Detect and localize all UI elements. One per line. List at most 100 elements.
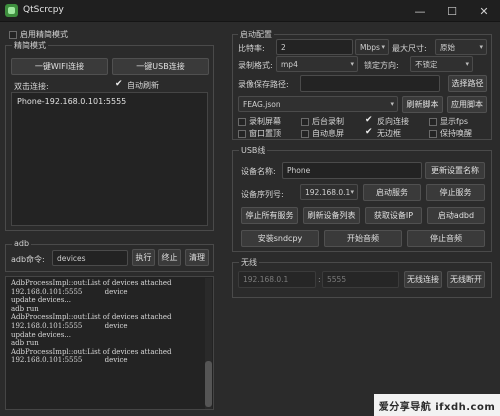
auto-refresh-label: 自动刷新 — [127, 81, 159, 90]
adb-command-input[interactable]: devices — [52, 250, 128, 266]
console-line: 192.168.0.101:5555 device — [11, 356, 128, 365]
show-fps-checkbox[interactable]: 显示fps — [429, 116, 468, 127]
refresh-script-button[interactable]: 刷新脚本 — [402, 96, 443, 113]
lock-orientation-select[interactable]: 不锁定 ▾ — [410, 56, 473, 72]
record-format-select[interactable]: mp4 ▾ — [276, 56, 358, 72]
option-label: 显示fps — [440, 117, 469, 126]
wireless-port-input[interactable]: 5555 — [322, 271, 399, 288]
refresh-devices-button[interactable]: 刷新设备列表 — [303, 207, 360, 224]
device-list[interactable]: Phone-192.168.0.101:5555 — [11, 92, 208, 226]
option-label: 无边框 — [377, 129, 401, 138]
max-size-value: 原始 — [440, 42, 455, 52]
checkbox-box — [238, 117, 246, 126]
checkbox-box-checked — [115, 79, 124, 90]
serial-value: 192.168.0.1 — [305, 187, 351, 197]
console-output[interactable]: AdbProcessImpl::out:List of devices atta… — [5, 276, 214, 410]
checkbox-box — [301, 129, 309, 138]
usb-group-title: USB线 — [239, 145, 268, 156]
console-line: AdbProcessImpl::out:List of devices atta… — [11, 279, 172, 287]
lock-orientation-value: 不锁定 — [415, 59, 438, 69]
window-title: QtScrcpy — [23, 5, 64, 15]
reverse-connect-checkbox[interactable]: 反向连接 — [365, 115, 409, 127]
start-service-button[interactable]: 启动服务 — [363, 184, 421, 201]
adb-command-label: adb命令: — [11, 255, 45, 264]
console-lines: AdbProcessImpl::out:List of devices atta… — [6, 277, 213, 365]
simple-mode-checkbox[interactable]: 启用精简模式 — [9, 29, 68, 40]
stop-button[interactable]: 终止 — [158, 249, 181, 266]
ip-port-separator: : — [318, 275, 321, 284]
maximize-button[interactable]: ☐ — [438, 0, 466, 22]
site-watermark: 爱分享导航 ifxdh.com — [374, 394, 500, 416]
lock-orientation-label: 锁定方向: — [364, 61, 399, 70]
script-value: FEAG.json — [243, 99, 281, 109]
wifi-connect-button[interactable]: 一键WIFI连接 — [11, 58, 108, 75]
wireless-disconnect-button[interactable]: 无线断开 — [447, 271, 485, 288]
record-format-label: 录制格式: — [238, 61, 273, 70]
chevron-down-icon: ▾ — [350, 188, 354, 196]
stay-awake-checkbox[interactable]: 保持唤醒 — [429, 128, 472, 139]
console-line: 192.168.0.101:5555 device — [11, 321, 128, 330]
record-screen-checkbox[interactable]: 录制屏幕 — [238, 116, 281, 127]
always-on-top-checkbox[interactable]: 窗口置顶 — [238, 128, 281, 139]
title-bar: QtScrcpy — ☐ ✕ — [0, 0, 500, 22]
double-click-label: 双击连接: — [14, 82, 49, 91]
device-name-input[interactable]: Phone — [282, 162, 422, 179]
wireless-connect-button[interactable]: 无线连接 — [404, 271, 442, 288]
start-config-group-title: 启动配置 — [238, 29, 274, 40]
apply-script-button[interactable]: 应用脚本 — [447, 96, 487, 113]
script-select[interactable]: FEAG.json ▾ — [238, 96, 398, 112]
stop-audio-button[interactable]: 停止音频 — [407, 230, 485, 247]
option-label: 反向连接 — [377, 117, 409, 126]
select-path-button[interactable]: 选择路径 — [448, 75, 487, 92]
stop-service-button[interactable]: 停止服务 — [426, 184, 485, 201]
list-item[interactable]: Phone-192.168.0.101:5555 — [17, 97, 126, 106]
max-size-label: 最大尺寸: — [392, 44, 427, 53]
auto-refresh-checkbox[interactable]: 自动刷新 — [115, 79, 159, 91]
start-adbd-button[interactable]: 启动adbd — [427, 207, 485, 224]
chevron-down-icon: ▾ — [479, 43, 483, 51]
checkbox-box — [429, 117, 437, 126]
close-button[interactable]: ✕ — [470, 0, 498, 22]
execute-button[interactable]: 执行 — [132, 249, 155, 266]
chevron-down-icon: ▾ — [381, 43, 385, 51]
record-format-value: mp4 — [281, 59, 298, 69]
checkbox-box — [9, 30, 17, 39]
bitrate-input[interactable]: 2 — [276, 39, 353, 55]
bitrate-unit-value: Mbps — [360, 42, 380, 52]
bitrate-unit-select[interactable]: Mbps ▾ — [355, 39, 389, 55]
checkbox-box-checked — [365, 127, 374, 138]
bitrate-label: 比特率: — [238, 44, 265, 53]
start-audio-button[interactable]: 开始音频 — [324, 230, 402, 247]
option-label: 录制屏幕 — [249, 117, 281, 126]
option-label: 保持唤醒 — [440, 129, 472, 138]
console-line: adb run — [11, 339, 39, 348]
serial-select[interactable]: 192.168.0.1 ▾ — [300, 184, 358, 200]
frameless-checkbox[interactable]: 无边框 — [365, 127, 401, 139]
usb-connect-button[interactable]: 一键USB连接 — [112, 58, 209, 75]
app-icon — [5, 4, 18, 17]
option-label: 后台录制 — [312, 117, 344, 126]
simple-mode-label: 启用精简模式 — [20, 30, 68, 39]
install-sndcpy-button[interactable]: 安装sndcpy — [241, 230, 319, 247]
console-line: AdbProcessImpl::out:List of devices atta… — [11, 313, 172, 322]
clear-button[interactable]: 清理 — [185, 249, 209, 266]
background-record-checkbox[interactable]: 后台录制 — [301, 116, 344, 127]
checkbox-box — [301, 117, 309, 126]
console-line: 192.168.0.101:5555 device — [11, 287, 128, 296]
chevron-down-icon: ▾ — [350, 60, 354, 68]
wireless-ip-input[interactable]: 192.168.0.1 — [238, 271, 316, 288]
console-line: update devices... — [11, 296, 71, 305]
minimize-button[interactable]: — — [406, 0, 434, 22]
checkbox-box-checked — [365, 115, 374, 126]
get-device-ip-button[interactable]: 获取设备IP — [365, 207, 422, 224]
adb-group-title: adb — [12, 239, 32, 248]
record-path-input[interactable] — [300, 75, 440, 92]
device-name-label: 设备名称: — [241, 167, 276, 176]
console-scroll-thumb[interactable] — [205, 361, 212, 407]
option-label: 自动息屏 — [312, 129, 344, 138]
console-line: adb run — [11, 304, 39, 313]
update-name-button[interactable]: 更新设置名称 — [425, 162, 485, 179]
stop-all-services-button[interactable]: 停止所有服务 — [241, 207, 298, 224]
max-size-select[interactable]: 原始 ▾ — [435, 39, 487, 55]
auto-screen-off-checkbox[interactable]: 自动息屏 — [301, 128, 344, 139]
